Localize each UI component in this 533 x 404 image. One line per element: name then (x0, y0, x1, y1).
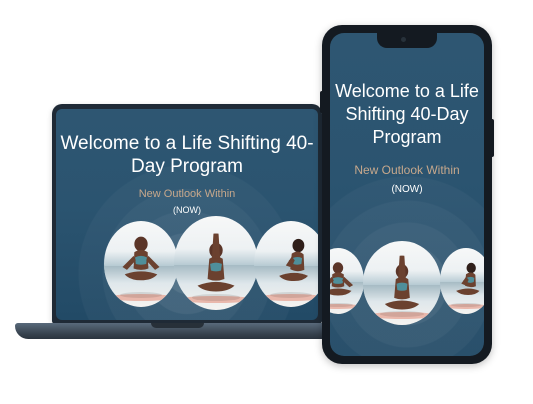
laptop-tagline: (NOW) (173, 205, 201, 215)
laptop-title: Welcome to a Life Shifting 40-Day Progra… (60, 133, 314, 177)
phone-screen: Welcome to a Life Shifting 40-Day Progra… (330, 33, 484, 356)
yoga-photo-raised-arms-laptop (174, 216, 258, 310)
phone-tagline: (NOW) (391, 184, 423, 195)
yoga-photo-prayer-pose-laptop (254, 221, 318, 307)
yoga-photo-raised-arms-phone (363, 241, 441, 325)
raised-arms-figure (384, 255, 420, 310)
seated-meditation-figure (330, 262, 354, 296)
phone-title: Welcome to a Life Shifting 40-Day Progra… (335, 81, 479, 147)
laptop-hinge-notch (151, 323, 204, 328)
device-mockup-scene: Welcome to a Life Shifting 40-Day Progra… (0, 0, 533, 404)
seated-meditation-figure (122, 236, 160, 281)
prayer-pose-figure (279, 238, 309, 282)
yoga-photo-seated-meditation-phone (330, 248, 364, 314)
phone-notch (377, 33, 437, 48)
yoga-photo-seated-meditation-laptop (104, 221, 178, 307)
raised-arms-figure (197, 233, 235, 292)
camera-icon (401, 37, 406, 42)
yoga-photo-prayer-pose-phone (440, 248, 484, 314)
phone-mockup: Welcome to a Life Shifting 40-Day Progra… (320, 25, 494, 364)
phone-subtitle: New Outlook Within (354, 163, 460, 177)
laptop-screen: Welcome to a Life Shifting 40-Day Progra… (56, 109, 318, 320)
laptop-mockup: Welcome to a Life Shifting 40-Day Progra… (15, 104, 340, 349)
prayer-pose-figure (456, 262, 480, 296)
laptop-subtitle: New Outlook Within (138, 188, 236, 200)
